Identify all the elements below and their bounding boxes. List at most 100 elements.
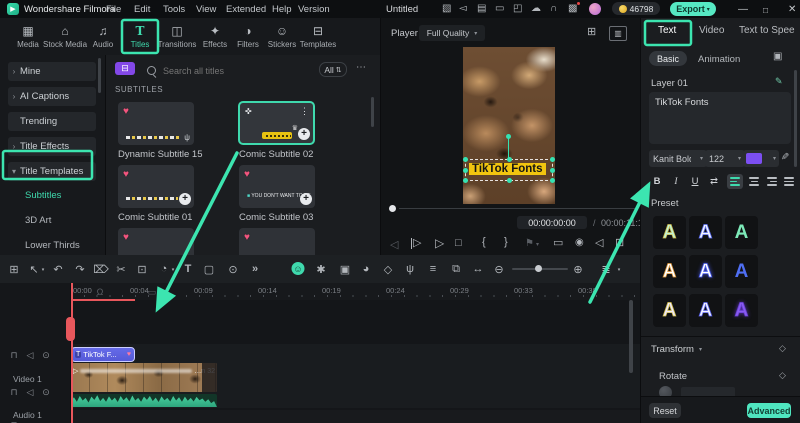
title-thumbnail[interactable]: ♥ + bbox=[118, 165, 194, 208]
delete-icon[interactable]: ⌦ bbox=[93, 263, 109, 276]
add-to-timeline-button[interactable]: + bbox=[300, 193, 312, 205]
sidebar-scrollbar[interactable] bbox=[98, 58, 101, 93]
preset-tile[interactable]: A bbox=[653, 216, 686, 249]
notes-icon[interactable]: ▤ bbox=[477, 4, 486, 14]
cloud-upload-icon[interactable]: ☁ bbox=[531, 4, 541, 14]
mark-in-icon[interactable]: { bbox=[482, 237, 486, 248]
close-button[interactable]: ✕ bbox=[788, 4, 796, 15]
eye-icon[interactable]: ⊙ bbox=[42, 387, 50, 398]
title-thumbnail[interactable]: ♥ bbox=[118, 228, 194, 255]
text-color-picker[interactable]: ▾ bbox=[743, 150, 779, 167]
redo-icon[interactable]: ↷ bbox=[75, 263, 84, 276]
speaker-icon[interactable]: ◁ bbox=[595, 238, 603, 249]
audio-track-lane[interactable] bbox=[0, 410, 640, 423]
fx-tool-icon[interactable]: ✱ bbox=[316, 263, 325, 276]
align-right-button[interactable] bbox=[764, 174, 780, 189]
keyframe-icon[interactable]: ◇ bbox=[779, 343, 786, 354]
preset-tile[interactable]: A bbox=[689, 294, 722, 327]
scrubber-handle[interactable] bbox=[389, 205, 396, 212]
save-icon[interactable]: ◰ bbox=[513, 4, 522, 14]
menu-version[interactable]: Version bbox=[298, 4, 330, 15]
rotate-handle[interactable] bbox=[506, 134, 511, 139]
shield-tool-icon[interactable]: ◇ bbox=[384, 263, 392, 276]
mark-out-icon[interactable]: } bbox=[504, 237, 508, 248]
lock-icon[interactable]: ⊓ bbox=[10, 387, 17, 398]
audio-waveform-bg[interactable] bbox=[71, 394, 217, 407]
coin-balance[interactable]: 46798 bbox=[612, 2, 660, 15]
title-thumbnail[interactable]: ♥ bbox=[239, 228, 315, 255]
export-button[interactable]: Export ▾ bbox=[670, 2, 716, 16]
menu-help[interactable]: Help bbox=[272, 4, 292, 15]
tab-text-to-speech[interactable]: Text to Spee bbox=[739, 25, 799, 36]
stop-icon[interactable]: □ bbox=[455, 238, 462, 249]
track-options-icon[interactable]: ≣ bbox=[601, 263, 610, 276]
sidebar-item-trending[interactable]: Trending bbox=[8, 112, 96, 131]
snapshot-icon[interactable]: ◉ bbox=[575, 238, 584, 248]
title-thumbnail[interactable]: ♥ ψ bbox=[118, 102, 194, 145]
add-to-timeline-button[interactable]: + bbox=[298, 128, 310, 140]
render-preview-icon[interactable]: ⧉ bbox=[452, 263, 460, 276]
video-clip[interactable]: ▷ …n 32 bbox=[71, 363, 217, 392]
selection-handle[interactable] bbox=[550, 157, 555, 162]
preset-tile[interactable]: A bbox=[653, 294, 686, 327]
crop-preview-icon[interactable]: ⊡ bbox=[615, 238, 624, 249]
playback-speed-icon[interactable]: ◕ bbox=[363, 263, 370, 275]
eyedropper-icon[interactable]: ✎ bbox=[781, 152, 789, 163]
zoom-in-icon[interactable]: ⊕ bbox=[573, 263, 582, 276]
chevron-down-icon[interactable]: ▾ bbox=[536, 241, 539, 248]
preset-tile[interactable]: A bbox=[689, 216, 722, 249]
track-box-icon[interactable]: ▭ bbox=[148, 287, 157, 298]
sidebar-item-ai-captions[interactable]: › AI Captions bbox=[8, 87, 96, 106]
advanced-button[interactable]: Advanced bbox=[747, 403, 791, 418]
playhead-line[interactable] bbox=[71, 283, 73, 423]
sidebar-item-3d-art[interactable]: 3D Art bbox=[8, 212, 96, 228]
subtab-animation[interactable]: Animation bbox=[698, 54, 740, 65]
maximize-button[interactable]: □ bbox=[763, 5, 768, 15]
step-forward-icon[interactable]: ▷ bbox=[411, 238, 421, 249]
title-clip[interactable]: T TikTok F... ♥ bbox=[71, 347, 135, 362]
align-center-button[interactable] bbox=[746, 174, 762, 189]
text-overlay[interactable]: TikTok Fonts bbox=[469, 163, 546, 175]
search-input[interactable] bbox=[161, 63, 285, 78]
more-options-icon[interactable]: ⋯ bbox=[356, 63, 366, 73]
mask-tool-icon[interactable]: ▢ bbox=[204, 263, 214, 276]
lock-icon[interactable]: ⊓ bbox=[10, 350, 17, 361]
text-panel-scrollbar[interactable] bbox=[794, 70, 797, 167]
preset-tile[interactable]: A bbox=[725, 255, 758, 288]
edit-pen-icon[interactable]: ✎ bbox=[775, 76, 783, 87]
sidebar-item-subtitles[interactable]: Subtitles bbox=[8, 187, 96, 203]
speed-icon[interactable]: ◔ bbox=[161, 263, 168, 275]
previous-frame-icon[interactable]: ◁ bbox=[390, 238, 398, 251]
play-icon[interactable]: ▷ bbox=[435, 237, 444, 249]
minimize-button[interactable]: — bbox=[738, 4, 748, 15]
scopes-icon[interactable]: ▥ bbox=[609, 26, 627, 41]
title-thumbnail-selected[interactable]: ✜ ⋮ ♛ + bbox=[238, 101, 315, 145]
select-tool-icon[interactable]: ↖ bbox=[29, 263, 38, 276]
avatar[interactable] bbox=[589, 3, 601, 15]
subtab-basic[interactable]: Basic bbox=[649, 51, 687, 66]
megaphone-icon[interactable]: ◅ bbox=[459, 4, 467, 14]
align-left-button[interactable] bbox=[727, 174, 743, 189]
sidebar-item-lower-thirds[interactable]: Lower Thirds bbox=[8, 237, 96, 253]
selection-handle[interactable] bbox=[507, 157, 512, 162]
record-tool-icon[interactable]: ⊙ bbox=[228, 263, 237, 276]
crop-icon[interactable]: ⊡ bbox=[137, 263, 146, 276]
menu-extended[interactable]: Extended bbox=[226, 4, 266, 15]
add-to-timeline-button[interactable]: + bbox=[179, 193, 191, 205]
selection-handle[interactable] bbox=[550, 168, 555, 173]
transform-section-label[interactable]: Transform bbox=[651, 344, 694, 355]
zoom-slider-handle[interactable] bbox=[535, 265, 542, 272]
library-scrollbar[interactable] bbox=[371, 97, 374, 127]
selection-handle[interactable] bbox=[463, 168, 468, 173]
preset-tile[interactable]: A bbox=[653, 255, 686, 288]
text-content-input[interactable]: TikTok Fonts bbox=[649, 92, 791, 144]
keyframe-icon[interactable]: ◇ bbox=[779, 370, 786, 381]
sidebar-item-mine[interactable]: › Mine bbox=[8, 62, 96, 81]
gift-icon[interactable]: ▧ bbox=[442, 4, 451, 14]
workspace-icon[interactable]: ⊞ bbox=[9, 263, 18, 276]
text-selection-box[interactable]: TikTok Fonts bbox=[463, 157, 555, 183]
voiceover-mic-icon[interactable]: ψ bbox=[406, 263, 414, 275]
preset-tile[interactable]: A bbox=[725, 294, 758, 327]
selection-handle[interactable] bbox=[463, 178, 468, 183]
reset-button[interactable]: Reset bbox=[649, 403, 681, 418]
